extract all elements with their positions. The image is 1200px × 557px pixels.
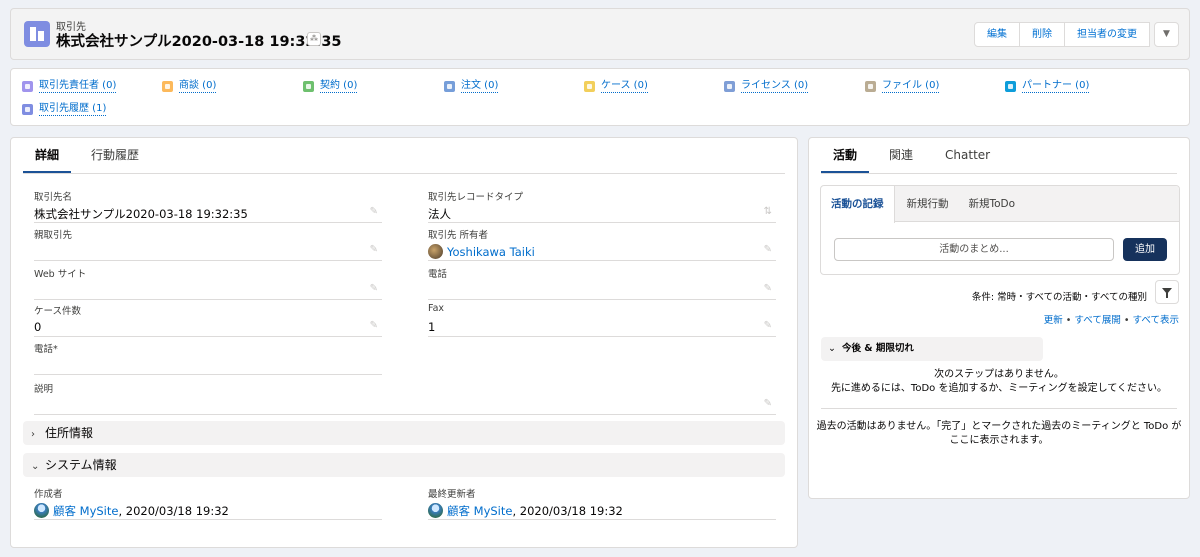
view-all-link[interactable]: すべて表示 [1133, 315, 1179, 326]
activity-composer: 活動の記録 新規行動 新規ToDo 活動のまとめ... 追加 [820, 185, 1180, 275]
field-phone: 電話 ✎ [428, 266, 776, 300]
change-owner-icon[interactable]: ✎ [764, 244, 772, 255]
divider [23, 173, 785, 174]
record-header: 取引先 株式会社サンプル2020-03-18 19:32:35 ⁂ 編集 削除 … [10, 8, 1190, 60]
account-icon [24, 21, 50, 47]
no-past-activity-hint: ここに表示されます。 [949, 435, 1049, 446]
file-icon [865, 81, 876, 92]
chevron-down-icon: ⌄ [31, 461, 40, 472]
tab-log-activity[interactable]: 活動の記録 [821, 186, 895, 223]
tab-activity-history[interactable]: 行動履歴 [79, 138, 151, 174]
pencil-icon[interactable]: ✎ [370, 320, 378, 331]
contract-icon [303, 81, 314, 92]
order-icon [444, 81, 455, 92]
delete-button[interactable]: 削除 [1019, 22, 1065, 47]
pencil-icon[interactable]: ✎ [370, 206, 378, 217]
hierarchy-icon[interactable]: ⁂ [307, 32, 321, 46]
related-link-account-history[interactable]: 取引先履歴 (1) [22, 103, 107, 116]
case-icon [584, 81, 595, 92]
divider [821, 408, 1177, 409]
tab-new-todo[interactable]: 新規ToDo [959, 186, 1026, 221]
opportunity-icon [162, 81, 173, 92]
history-icon [22, 104, 33, 115]
composer-tabs: 活動の記録 新規行動 新規ToDo [821, 186, 1179, 223]
related-link-cases[interactable]: ケース (0) [584, 80, 648, 93]
created-by-link[interactable]: 顧客 MySite [53, 504, 118, 518]
field-created-by: 作成者 顧客 MySite, 2020/03/18 19:32 [34, 486, 382, 520]
tab-chatter[interactable]: Chatter [933, 138, 1002, 174]
detail-tabs: 詳細 行動履歴 [23, 138, 151, 174]
activity-tabs: 活動 関連 Chatter [821, 138, 1002, 174]
field-case-count: ケース件数 0 ✎ [34, 303, 382, 337]
field-website: Web サイト ✎ [34, 266, 382, 300]
field-record-type: 取引先レコードタイプ 法人 ⇅ [428, 189, 776, 223]
change-owner-button[interactable]: 担当者の変更 [1064, 22, 1150, 47]
no-next-steps-text: 次のステップはありません。 [934, 369, 1064, 380]
page-title: 株式会社サンプル2020-03-18 19:32:35 [56, 34, 342, 50]
modified-by-link[interactable]: 顧客 MySite [447, 504, 512, 518]
chevron-down-icon[interactable]: ▼ [1154, 22, 1179, 47]
contact-icon [22, 81, 33, 92]
section-upcoming-overdue[interactable]: ⌄ 今後 & 期限切れ [821, 337, 1043, 361]
related-link-contacts[interactable]: 取引先責任者 (0) [22, 80, 117, 93]
pencil-icon[interactable]: ✎ [764, 283, 772, 294]
field-phone-required: 電話* [34, 341, 382, 375]
related-link-licenses[interactable]: ライセンス (0) [724, 80, 809, 93]
tab-new-event[interactable]: 新規行動 [897, 186, 959, 221]
license-icon [724, 81, 735, 92]
related-link-partners[interactable]: パートナー (0) [1005, 80, 1090, 93]
chevron-right-icon: › [31, 429, 35, 440]
add-button[interactable]: 追加 [1123, 238, 1167, 261]
no-next-steps-hint: 先に進めるには、ToDo を追加するか、ミーティングを設定してください。 [830, 383, 1168, 394]
field-account-name: 取引先名 株式会社サンプル2020-03-18 19:32:35 ✎ [34, 189, 382, 223]
avatar [428, 503, 443, 518]
field-fax: Fax 1 ✎ [428, 303, 776, 337]
section-system-info[interactable]: ⌄ システム情報 [23, 453, 785, 477]
partner-icon [1005, 81, 1016, 92]
tab-details[interactable]: 詳細 [23, 138, 72, 174]
pencil-icon[interactable]: ✎ [764, 398, 772, 409]
avatar [34, 503, 49, 518]
tab-related[interactable]: 関連 [877, 138, 925, 174]
related-link-files[interactable]: ファイル (0) [865, 80, 940, 93]
field-description: 説明 ✎ [34, 381, 776, 415]
owner-link[interactable]: Yoshikawa Taiki [447, 245, 535, 259]
chevron-down-icon: ⌄ [828, 343, 836, 354]
detail-panel: 詳細 行動履歴 取引先名 株式会社サンプル2020-03-18 19:32:35… [10, 137, 798, 548]
related-link-orders[interactable]: 注文 (0) [444, 80, 499, 93]
header-actions: 編集 削除 担当者の変更 ▼ [974, 22, 1179, 47]
change-record-type-icon[interactable]: ⇅ [764, 206, 772, 217]
expand-all-link[interactable]: すべて展開 [1074, 315, 1120, 326]
activity-links: 更新 • すべて展開 • すべて表示 [1043, 315, 1179, 326]
section-address[interactable]: › 住所情報 [23, 421, 785, 445]
refresh-link[interactable]: 更新 [1044, 315, 1063, 326]
pencil-icon[interactable]: ✎ [370, 283, 378, 294]
activity-panel: 活動 関連 Chatter 活動の記録 新規行動 新規ToDo 活動のまとめ..… [808, 137, 1190, 499]
pencil-icon[interactable]: ✎ [370, 244, 378, 255]
pencil-icon[interactable]: ✎ [764, 320, 772, 331]
related-link-opportunities[interactable]: 商談 (0) [162, 80, 217, 93]
field-last-modified-by: 最終更新者 顧客 MySite, 2020/03/18 19:32 [428, 486, 776, 520]
filter-summary: 条件: 常時・すべての活動・すべての種別 [971, 292, 1147, 303]
related-quick-links: 取引先責任者 (0) 商談 (0) 契約 (0) 注文 (0) ケース (0) … [10, 68, 1190, 126]
field-owner: 取引先 所有者 Yoshikawa Taiki ✎ [428, 227, 776, 261]
field-parent-account: 親取引先 ✎ [34, 227, 382, 261]
edit-button[interactable]: 編集 [974, 22, 1020, 47]
filter-icon[interactable] [1155, 280, 1179, 304]
related-link-contracts[interactable]: 契約 (0) [303, 80, 358, 93]
no-past-activity-text: 過去の活動はありません。「完了」とマークされた過去のミーティングと ToDo が [816, 421, 1182, 432]
activity-summary-input[interactable]: 活動のまとめ... [834, 238, 1114, 261]
divider [821, 173, 1177, 174]
tab-activity[interactable]: 活動 [821, 138, 870, 174]
avatar [428, 244, 443, 259]
